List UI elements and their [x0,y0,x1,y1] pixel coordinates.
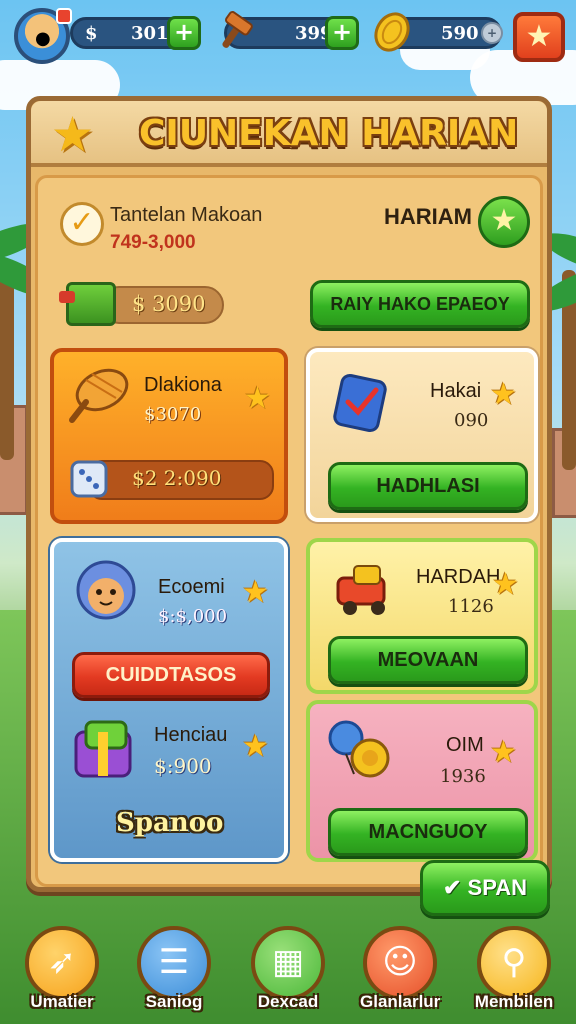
span-button[interactable]: ✔ SPAN [420,860,550,916]
span-button-label: SPAN [467,875,528,900]
star-icon: ★ [525,19,553,54]
daily-challenge-panel: ★ CIUNEKAN HARIAN ✓ Tantelan Makoan 749-… [26,96,552,892]
add-hammer-button[interactable]: + [325,16,359,50]
card-title: Dlakiona [144,374,222,396]
dollar-resource: $ 301 + [70,16,201,50]
nav-label: Dexcad [257,992,319,1011]
green-box-icon [59,282,116,326]
reward-card-pink[interactable]: OIM 1936 ★ MACNGUOY [306,700,538,862]
card-action-button[interactable]: MEOVAAN [328,636,528,684]
star-icon: ★ [242,729,269,764]
nav-item-glanlarlur[interactable]: ☺ Glanlarlur [360,926,440,1012]
card-sub-value: $2 2:090 [132,466,222,490]
card-value: 090 [454,410,489,431]
add-gold-button[interactable]: + [481,22,503,44]
dollar-sign: $ [85,23,98,44]
card-value: $:$,000 [158,606,228,627]
avatar-face-icon: ● [35,28,51,49]
second-title: Henciau [154,724,228,746]
nav-item-umatier[interactable]: ➶ Umatier [22,926,102,1012]
gift-box-icon [74,720,132,778]
pin-icon: ⚲ [477,926,551,1000]
card-footer-text: Spanoo [116,808,224,838]
card-value: 1126 [448,596,494,617]
task-title: Tantelan Makoan [110,204,263,226]
balloon-toy-icon [328,720,390,778]
panel-content: ✓ Tantelan Makoan 749-3,000 HARIAM ★ $ 3… [35,175,543,887]
star-icon: ★ [242,575,269,610]
gold-coin-icon [374,12,410,52]
panel-header: ★ CIUNEKAN HARIAN [31,101,547,167]
card-title: Ecoemi [158,576,225,598]
card-title: HARDAH [416,566,501,588]
harian-label: HARIAM [384,204,472,229]
star-icon: ★ [490,735,517,770]
lion-icon: ☺ [363,926,437,1000]
star-icon: ★ [244,381,271,416]
card-title: OIM [446,734,484,756]
panel-title: CIUNEKAN HARIAN [139,113,519,154]
nav-item-saniog[interactable]: ☰ Saniog [134,926,214,1012]
paint-brush-icon [69,368,129,423]
reward-card-cream[interactable]: Hakai 090 ★ HADHLASI [306,348,538,522]
harian-star-button[interactable]: ★ [478,196,530,248]
map-icon: ▦ [251,926,325,1000]
card-red-button[interactable]: CUIDDTASOS [72,652,270,698]
nav-item-dexcad[interactable]: ▦ Dexcad [248,926,328,1012]
header-star-icon: ★ [51,107,95,163]
check-icon: ✔ [442,875,468,900]
nav-label: Saniog [145,992,203,1011]
checkmark-icon: ✓ [60,202,104,246]
reward-card-yellow[interactable]: HARDAH 1126 ★ MEOVAAN [306,538,538,694]
card-value: 1936 [440,766,486,787]
dice-icon [70,460,108,498]
star-icon: ★ [490,377,517,412]
list-icon: ☰ [137,926,211,1000]
star-icon: ★ [492,567,519,602]
dollar-value: 301 [131,23,169,44]
card-title: Hakai [430,380,482,402]
hammer-icon [222,11,253,48]
reward-card-orange[interactable]: Dlakiona $3070 ★ $2 2:090 [50,348,288,524]
toy-truck-icon [336,565,386,615]
task-subtitle: 749-3,000 [110,232,196,253]
top-bar: ● $ 301 + 399 + 590 + ★ [0,0,576,72]
card-value: $3070 [144,404,202,425]
nav-label: Glanlarlur [360,992,441,1011]
reward-card-blue[interactable]: Ecoemi $:$,000 ★ CUIDDTASOS Henciau $:90… [50,538,288,862]
gold-value: 590 [441,23,479,44]
star-icon: ★ [490,203,518,238]
nav-item-membilen[interactable]: ⚲ Membilen [474,926,554,1012]
nav-label: Membilen [474,992,554,1011]
blue-creature-icon [76,560,136,620]
claim-daily-button[interactable]: RAIY HAKO EPAEOY [310,280,530,328]
blue-book-icon [333,373,387,433]
reward-value: $ 3090 [132,292,206,316]
notification-badge-icon [56,8,72,24]
add-dollar-button[interactable]: + [167,16,201,50]
star-menu-button[interactable]: ★ [513,12,565,62]
second-value: $:900 [154,754,212,778]
nav-label: Umatier [30,992,94,1011]
card-action-button[interactable]: MACNGUOY [328,808,528,856]
arrow-icon: ➶ [25,926,99,1000]
card-action-button[interactable]: HADHLASI [328,462,528,510]
